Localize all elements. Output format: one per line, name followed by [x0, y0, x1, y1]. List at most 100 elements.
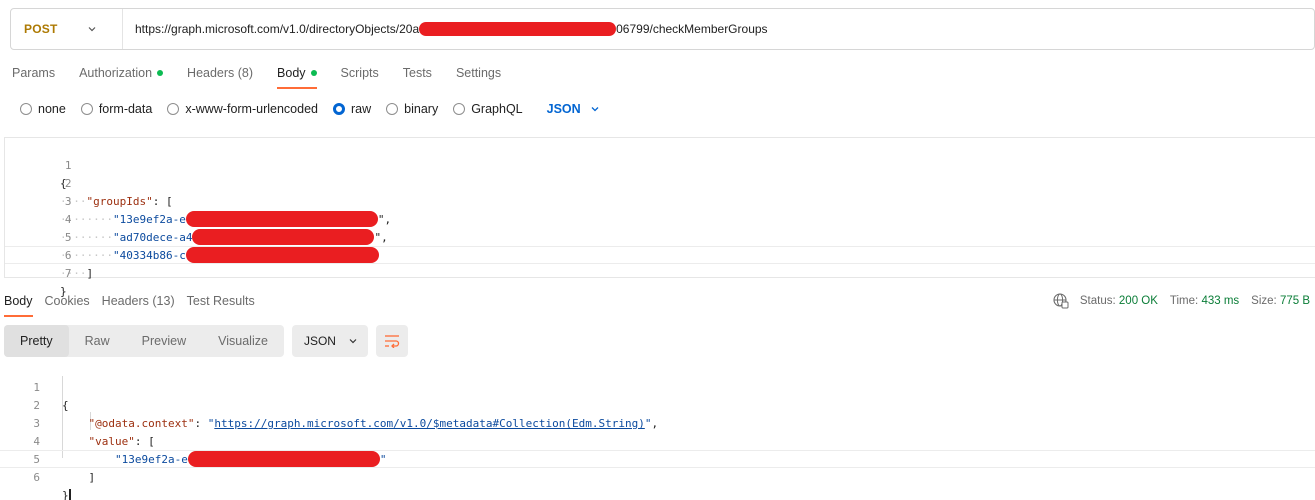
tab-authorization[interactable]: Authorization: [67, 58, 175, 90]
status-label: Status:: [1079, 295, 1116, 307]
code-line: 3 ········"13e9ef2a-e ",: [5, 175, 1315, 227]
wrap-lines-button[interactable]: [375, 325, 408, 357]
response-view-toolbar: Pretty Raw Preview Visualize JSON: [4, 325, 408, 357]
request-body-editor[interactable]: 1 { 2 ····"groupIds": [ 3 ········"13e9e…: [4, 137, 1315, 298]
radio-label: none: [38, 102, 66, 116]
radio-graphql[interactable]: GraphQL: [453, 102, 523, 116]
chevron-down-icon: [89, 27, 96, 32]
tab-body[interactable]: Body: [265, 58, 329, 90]
response-size[interactable]: 775 B: [1280, 295, 1310, 307]
chevron-down-icon: [591, 107, 599, 112]
http-method-select[interactable]: POST: [11, 9, 123, 49]
radio-label: binary: [404, 102, 439, 116]
tab-scripts[interactable]: Scripts: [329, 58, 391, 90]
code-line: 1 {: [5, 139, 1315, 190]
time-label: Time:: [1169, 295, 1199, 307]
radio-circle-icon: [167, 103, 180, 115]
radio-x-www-form-urlencoded[interactable]: x-www-form-urlencoded: [167, 102, 318, 116]
tab-response-headers[interactable]: Headers (13): [98, 286, 183, 318]
text-cursor: [68, 488, 71, 500]
body-format-select[interactable]: JSON: [547, 102, 600, 116]
code-line: 3 "value": [: [0, 397, 1315, 448]
code-line: 2 ····"groupIds": [: [5, 157, 1315, 208]
view-label: Raw: [84, 334, 110, 348]
view-raw-button[interactable]: Raw: [69, 325, 126, 357]
code-line: 2 "@odata.context": "https://graph.micro…: [0, 379, 1315, 430]
status-code[interactable]: 200 OK: [1119, 295, 1158, 307]
size-label: Size:: [1251, 295, 1277, 307]
radio-circle-icon: [386, 103, 399, 115]
radio-circle-icon: [80, 103, 93, 115]
radio-none[interactable]: none: [20, 102, 66, 116]
code-token: ]: [88, 471, 96, 484]
radio-binary[interactable]: binary: [386, 102, 438, 116]
tab-params[interactable]: Params: [0, 58, 67, 90]
tab-label: Body: [4, 294, 33, 308]
body-type-selector: none form-data x-www-form-urlencoded raw…: [20, 100, 600, 118]
response-time[interactable]: 433 ms: [1201, 295, 1239, 307]
tab-label: Cookies: [44, 294, 90, 308]
view-label: Preview: [141, 334, 187, 348]
radio-label: raw: [351, 102, 372, 116]
tab-label: Authorization: [79, 66, 153, 80]
body-format-label: JSON: [546, 102, 581, 116]
tab-tests[interactable]: Tests: [391, 58, 444, 90]
radio-label: x-www-form-urlencoded: [185, 102, 318, 116]
radio-circle-icon: [20, 103, 32, 115]
view-visualize-button[interactable]: Visualize: [202, 325, 284, 357]
request-tabs: Params Authorization Headers (8) Body Sc…: [0, 58, 513, 90]
tab-label: Body: [277, 66, 306, 80]
tab-cookies[interactable]: Cookies: [41, 286, 98, 318]
code-line: 5 ········"40334b86-c: [5, 211, 1315, 263]
code-line-current: 6 }: [0, 450, 1315, 500]
radio-circle-icon: [453, 103, 466, 115]
radio-raw[interactable]: raw: [333, 102, 371, 116]
response-format-label: JSON: [303, 334, 336, 348]
tab-test-results[interactable]: Test Results: [183, 286, 263, 318]
tab-response-body[interactable]: Body: [0, 286, 41, 318]
http-method-label: POST: [24, 22, 58, 36]
response-body-viewer[interactable]: 1 { 2 "@odata.context": "https://graph.m…: [0, 360, 1315, 500]
network-globe-icon[interactable]: [1053, 293, 1069, 309]
code-line: 4 ········"ad70dece-a4 ",: [5, 193, 1315, 245]
tab-label: Headers (8): [187, 66, 254, 80]
radio-checked-icon: [333, 103, 345, 115]
tab-label: Tests: [402, 66, 432, 80]
tab-label: Scripts: [340, 66, 379, 80]
response-status-bar: Status: 200 OK Time: 433 ms Size: 775 B: [1053, 293, 1310, 309]
url-prefix: https://graph.microsoft.com/v1.0/directo…: [135, 22, 420, 36]
tab-headers[interactable]: Headers (8): [175, 58, 265, 90]
radio-label: GraphQL: [471, 102, 523, 116]
line-number: 7: [64, 267, 72, 280]
response-tabs: Body Cookies Headers (13) Test Results: [0, 286, 263, 318]
view-label: Pretty: [20, 334, 53, 348]
code-token: ]: [86, 267, 94, 280]
line-number: 6: [33, 471, 40, 484]
tab-label: Headers (13): [101, 294, 175, 308]
code-line: 5 ]: [0, 433, 1315, 484]
tab-label: Test Results: [186, 294, 255, 308]
view-mode-group: Pretty Raw Preview Visualize: [4, 325, 284, 357]
code-line-current: 7 }: [5, 246, 1315, 298]
redaction-mark: [419, 22, 617, 36]
tab-label: Params: [12, 66, 56, 80]
view-preview-button[interactable]: Preview: [126, 325, 202, 357]
view-label: Visualize: [218, 334, 268, 348]
radio-label: form-data: [98, 102, 153, 116]
view-pretty-button[interactable]: Pretty: [4, 325, 69, 357]
chevron-down-icon: [349, 339, 357, 344]
wrap-lines-icon: [384, 335, 400, 348]
code-line: 6 ····]: [5, 229, 1315, 280]
code-token: }: [62, 489, 69, 500]
tab-settings[interactable]: Settings: [444, 58, 513, 90]
code-line: 1 {: [0, 361, 1315, 412]
tab-label: Settings: [455, 66, 502, 80]
radio-form-data[interactable]: form-data: [80, 102, 153, 116]
url-input[interactable]: https://graph.microsoft.com/v1.0/directo…: [123, 22, 768, 36]
url-suffix: 06799/checkMemberGroups: [616, 22, 768, 36]
status-dot-icon: [310, 69, 317, 76]
status-dot-icon: [157, 69, 164, 76]
response-format-select[interactable]: JSON: [291, 325, 368, 357]
code-content: }: [62, 487, 71, 500]
code-content: ]: [62, 469, 96, 487]
